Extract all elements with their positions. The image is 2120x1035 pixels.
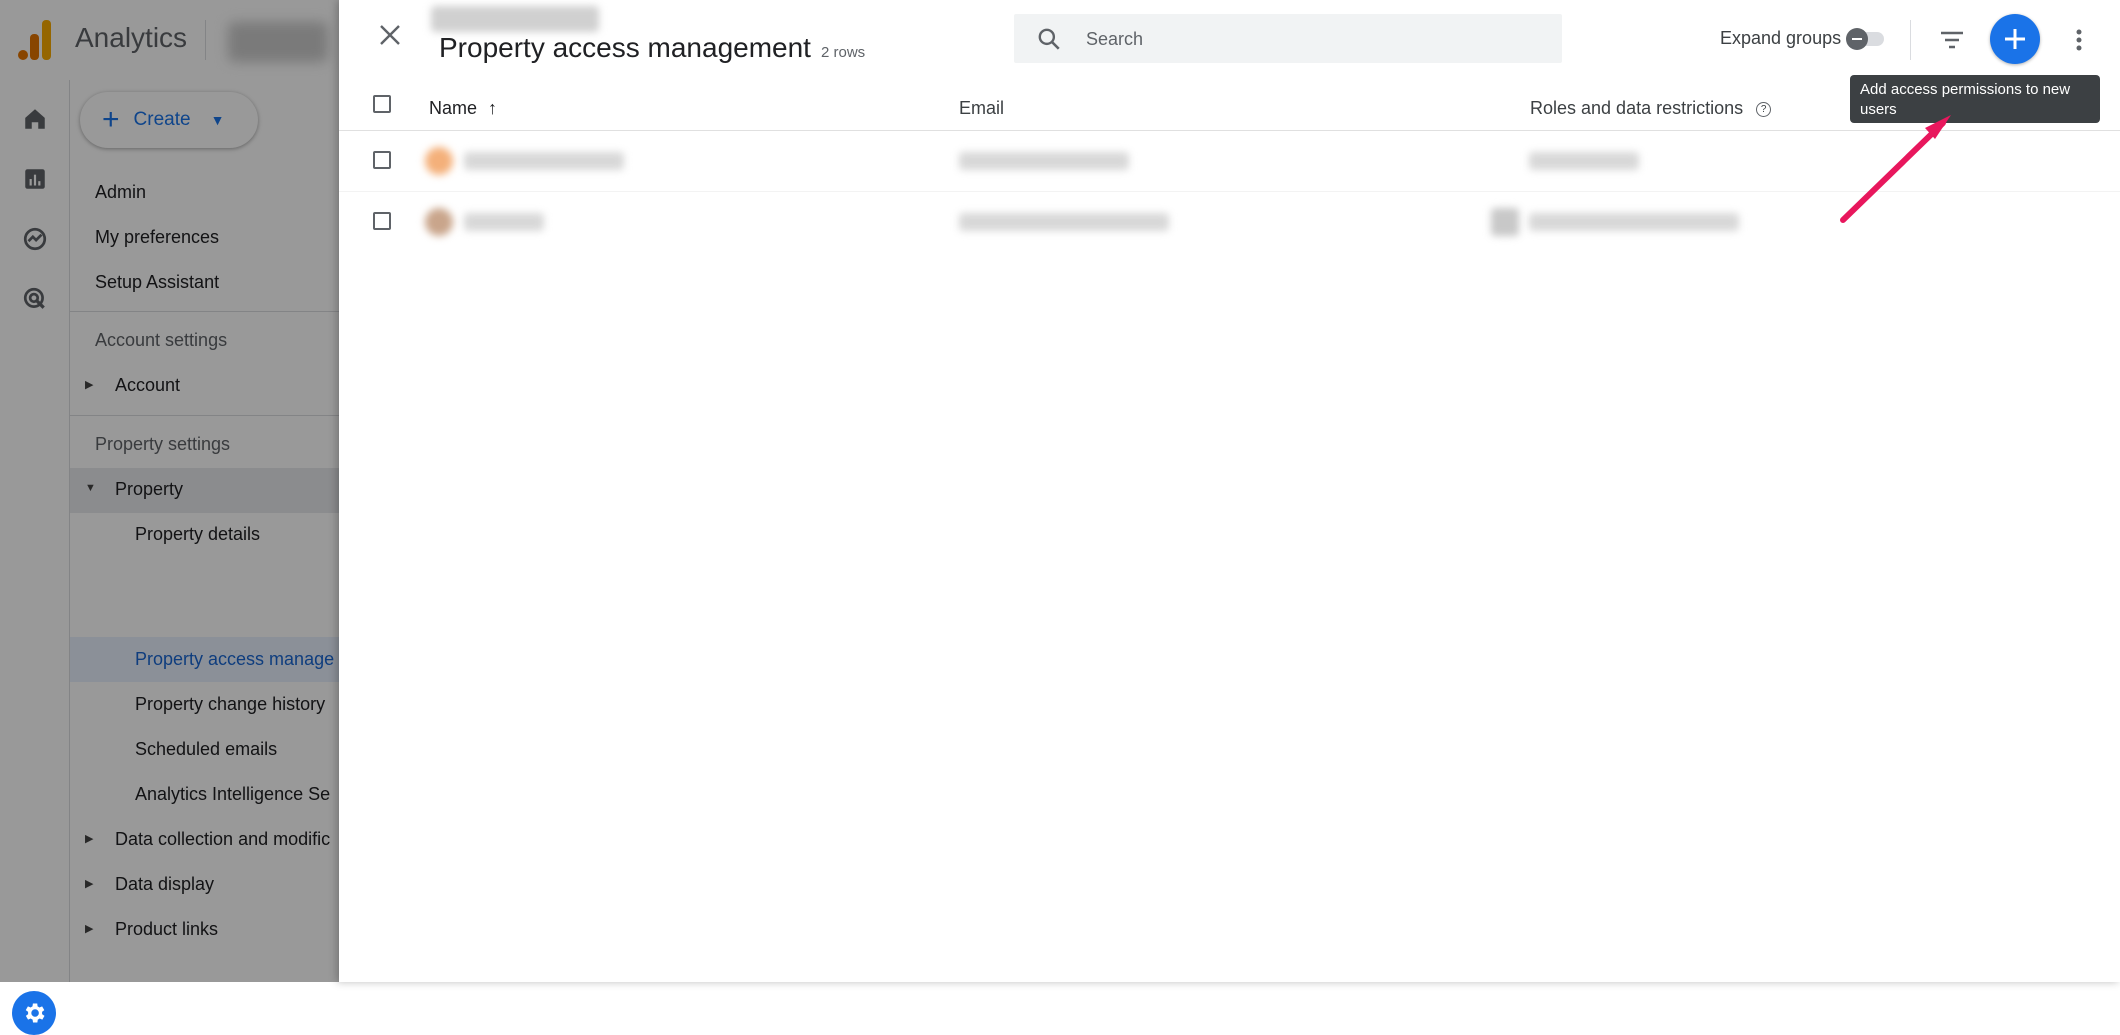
avatar xyxy=(425,147,453,175)
row-checkbox[interactable] xyxy=(373,212,391,230)
column-header-email[interactable]: Email xyxy=(959,98,1004,119)
table-row[interactable] xyxy=(339,191,2120,252)
help-icon[interactable]: ? xyxy=(1756,102,1772,117)
user-email xyxy=(959,213,1169,231)
column-header-name[interactable]: Name ↑ xyxy=(429,98,497,119)
table-row[interactable] xyxy=(339,131,2120,191)
row-checkbox[interactable] xyxy=(373,151,391,169)
row-count: 2 rows xyxy=(821,44,866,61)
table-header: Name ↑ Email Roles and data restrictions… xyxy=(339,84,2120,131)
column-name-label: Name xyxy=(429,98,478,118)
breadcrumb xyxy=(431,6,599,32)
toggle-knob xyxy=(1846,28,1868,50)
add-user-button[interactable] xyxy=(1990,14,2040,64)
admin-gear-icon[interactable] xyxy=(12,991,56,1035)
user-role xyxy=(1529,152,1639,170)
expand-groups-label: Expand groups xyxy=(1720,28,1842,48)
search-box xyxy=(1014,14,1562,65)
modal-scrim[interactable] xyxy=(0,0,339,982)
column-header-roles[interactable]: Roles and data restrictions ? xyxy=(1530,98,1772,119)
filter-icon[interactable] xyxy=(1937,25,1967,55)
close-icon[interactable] xyxy=(375,20,405,50)
expand-groups-toggle[interactable] xyxy=(1846,28,1886,50)
search-input[interactable] xyxy=(1084,14,1548,65)
sort-arrow-up-icon: ↑ xyxy=(488,98,498,118)
role-icon xyxy=(1491,208,1519,236)
property-access-panel: Property access management 2 rows Expand… xyxy=(339,0,2120,982)
user-name xyxy=(464,213,544,231)
plus-icon xyxy=(2005,29,2025,49)
column-roles-label: Roles and data restrictions xyxy=(1530,98,1744,118)
avatar xyxy=(425,208,453,236)
select-all-checkbox[interactable] xyxy=(373,95,391,113)
search-icon xyxy=(1038,28,1060,50)
more-vert-icon[interactable] xyxy=(2069,24,2089,56)
user-role xyxy=(1529,213,1739,231)
page-title: Property access management xyxy=(439,32,811,63)
divider xyxy=(1910,20,1911,60)
user-name xyxy=(464,152,624,170)
user-email xyxy=(959,152,1129,170)
